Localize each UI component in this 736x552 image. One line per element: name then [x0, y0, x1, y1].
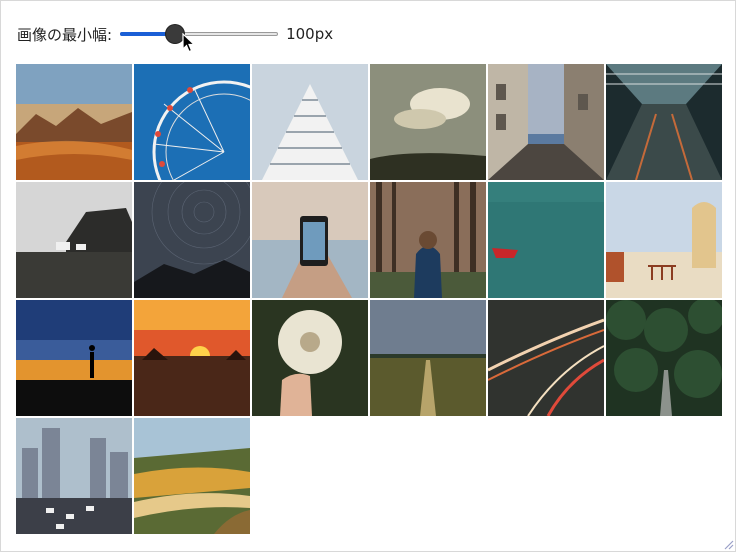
- dandelion-image-graphic: [252, 300, 368, 416]
- cloudy-landscape-image: [370, 64, 486, 180]
- min-width-value: 100px: [286, 25, 334, 43]
- star-trails-image: [134, 182, 250, 298]
- min-width-control: 画像の最小幅: 100px: [17, 22, 333, 46]
- mountain-sunset-image-graphic: [16, 64, 132, 180]
- forest-person-image: [370, 182, 486, 298]
- mouse-cursor-icon: [182, 33, 196, 53]
- star-trails-image-graphic: [134, 182, 250, 298]
- autumn-river-image: [134, 418, 250, 534]
- silhouette-dusk-image: [16, 300, 132, 416]
- autumn-river-image-graphic: [134, 418, 250, 534]
- cliff-coast-image: [16, 182, 132, 298]
- red-boat-image: [488, 182, 604, 298]
- field-path-image: [370, 300, 486, 416]
- red-boat-image-graphic: [488, 182, 604, 298]
- min-width-label: 画像の最小幅:: [17, 25, 113, 44]
- min-width-slider[interactable]: [120, 24, 279, 44]
- light-trails-image: [488, 300, 604, 416]
- ocean-sunset-image-graphic: [134, 300, 250, 416]
- dandelion-image: [252, 300, 368, 416]
- phone-photo-image-graphic: [252, 182, 368, 298]
- station-escalator-image-graphic: [606, 64, 722, 180]
- silhouette-dusk-image-graphic: [16, 300, 132, 416]
- building-angles-image: [252, 64, 368, 180]
- resize-grip-icon[interactable]: [722, 538, 734, 550]
- forest-road-image-graphic: [606, 300, 722, 416]
- light-trails-image-graphic: [488, 300, 604, 416]
- image-gallery: [16, 64, 722, 534]
- field-path-image-graphic: [370, 300, 486, 416]
- city-traffic-image: [16, 418, 132, 534]
- forest-person-image-graphic: [370, 182, 486, 298]
- cloudy-landscape-image-graphic: [370, 64, 486, 180]
- ocean-sunset-image: [134, 300, 250, 416]
- station-escalator-image: [606, 64, 722, 180]
- ferris-wheel-image: [134, 64, 250, 180]
- alley-street-image: [488, 64, 604, 180]
- mountain-sunset-image: [16, 64, 132, 180]
- alley-street-image-graphic: [488, 64, 604, 180]
- building-angles-image-graphic: [252, 64, 368, 180]
- ferris-wheel-image-graphic: [134, 64, 250, 180]
- white-village-image: [606, 182, 722, 298]
- phone-photo-image: [252, 182, 368, 298]
- white-village-image-graphic: [606, 182, 722, 298]
- forest-road-image: [606, 300, 722, 416]
- cliff-coast-image-graphic: [16, 182, 132, 298]
- city-traffic-image-graphic: [16, 418, 132, 534]
